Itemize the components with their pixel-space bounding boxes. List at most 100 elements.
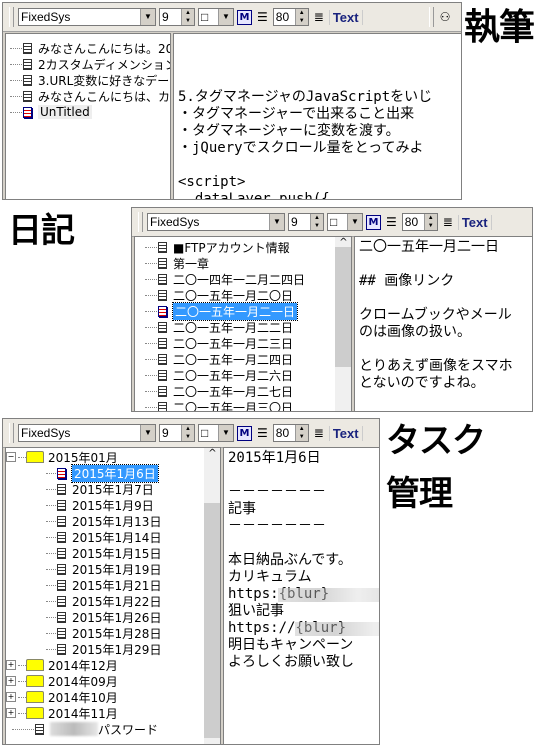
expand-icon[interactable]: + [6,692,16,702]
style-select[interactable]: □ ▼ [327,213,363,231]
toolbar-grip[interactable] [428,7,434,27]
toolbar: FixedSys ▼ 9 ▲ ▼ □ ▼ M ☰ 80 ▲ ▼ ≣ Text [132,208,532,237]
tree-item[interactable]: 二〇一五年一月二七日 [135,383,293,399]
text-button[interactable]: Text [328,9,363,25]
word-wrap-icon[interactable]: ≣ [312,426,326,440]
spin-arrows-icon[interactable]: ▲ ▼ [310,214,323,230]
editor-text-area[interactable]: 5.タグマネージャのJavaScriptをいじ ・タグマネージャーで出来ること出来… [173,33,461,199]
size-spinner[interactable]: 9 ▲ ▼ [159,8,195,26]
tree-item[interactable]: 2015年1月29日 [6,641,161,657]
numbered-list-icon[interactable]: ☰ [255,426,270,440]
toolbar-grip[interactable] [138,212,143,232]
tree-item[interactable]: − 2015年01月 [6,449,118,465]
tree-item[interactable]: 2015年1月19日 [6,561,161,577]
chevron-down-icon[interactable]: ▼ [347,214,362,230]
tree-item[interactable]: 2015年1月13日 [6,513,161,529]
tree-item[interactable]: 二〇一五年一月二六日 [135,367,293,383]
expand-icon[interactable]: + [6,676,16,686]
word-wrap-icon[interactable]: ≣ [441,215,455,229]
tree-item[interactable]: ■FTPアカウント情報 [135,239,290,255]
tree-item[interactable]: 二〇一五年一月三〇日 [135,399,293,411]
tree-item[interactable]: +2014年11月 [6,705,118,721]
bold-m-icon[interactable]: M [237,9,252,25]
tree-line [10,111,22,113]
toolbar-grip[interactable] [9,423,14,443]
tree-item[interactable]: 2015年1月7日 [6,481,154,497]
numbered-list-icon[interactable]: ☰ [255,10,270,24]
text-button[interactable]: Text [457,214,492,230]
tree-item[interactable]: 2015年1月9日 [6,497,154,513]
tree-item[interactable]: 2015年1月14日 [6,529,161,545]
chevron-down-icon[interactable]: ▼ [218,425,233,441]
scrollbar-thumb[interactable] [204,503,220,738]
tree-item[interactable]: 二〇一五年一月二二日 [135,319,293,335]
spin-arrows-icon[interactable]: ▲ ▼ [294,9,308,25]
tree-item[interactable]: UnTitled [6,104,92,120]
editor-text-area[interactable]: 二〇一五年一月二一日 ## 画像リンク クロームブックやメール のは画像の扱い。 とりあ… [354,236,532,411]
tree-item[interactable]: みなさんこんにちは。2009 [6,40,170,56]
tree-item[interactable]: 二〇一五年一月二〇日 [135,287,293,303]
tree-line [10,95,22,97]
tree-item[interactable]: 二〇一五年一月二四日 [135,351,293,367]
tree-item[interactable]: 3.URL変数に好きなデータ [6,72,170,88]
tree-item-label: 2015年1月26日 [72,610,162,625]
document-icon [57,595,66,607]
spin-arrows-icon[interactable]: ▲ ▼ [181,9,194,25]
collapse-icon[interactable]: − [6,452,16,462]
tree-line [18,456,26,458]
width-spinner[interactable]: 80 ▲ ▼ [401,213,438,231]
tree-item[interactable]: 2015年1月15日 [6,545,161,561]
tree-panel[interactable]: ■FTPアカウント情報 第一章 二〇一四年一二月二四日 二〇一五年一月二〇日 二〇一五年… [134,236,352,411]
tree-item[interactable]: 2015年1月26日 [6,609,161,625]
chevron-down-icon[interactable]: ▼ [140,425,155,441]
tree-item[interactable]: パスワード [6,721,158,737]
tree-panel[interactable]: みなさんこんにちは。20092カスタムディメンションで3.URL変数に好きなデー… [5,33,171,199]
tree-item[interactable]: 2015年1月28日 [6,625,161,641]
style-select[interactable]: □ ▼ [198,8,234,26]
size-spinner[interactable]: 9 ▲ ▼ [288,213,324,231]
width-spinner[interactable]: 80 ▲ ▼ [272,424,309,442]
spin-arrows-icon[interactable]: ▲ ▼ [181,425,194,441]
word-wrap-icon[interactable]: ≣ [312,10,326,24]
tree-item[interactable]: 二〇一四年一二月二四日 [135,271,305,287]
font-select[interactable]: FixedSys ▼ [18,424,156,442]
size-spinner[interactable]: 9 ▲ ▼ [159,424,195,442]
font-select[interactable]: FixedSys ▼ [18,8,156,26]
tree-item[interactable]: 第一章 [135,255,209,271]
tree-item[interactable]: +2014年12月 [6,657,118,673]
chevron-down-icon[interactable]: ▼ [140,9,155,25]
bold-m-icon[interactable]: M [237,425,252,441]
editor-text-area[interactable]: 2015年1月6日 －－－－－－－ 記事 －－－－－－－ 本日納品ぶんです。 カリキュラム… [223,447,379,744]
spin-arrows-icon[interactable]: ▲ ▼ [423,214,437,230]
text-button[interactable]: Text [328,425,363,441]
scroll-up-icon[interactable]: ^ [204,448,220,459]
tree-item-label: 2015年1月6日 [71,463,159,483]
tree-item[interactable]: 2カスタムディメンションで [6,56,170,72]
tree-panel[interactable]: −2015年01月 2015年1月6日 2015年1月7日 2015年1月9日 2015… [5,447,221,744]
expand-icon[interactable]: + [6,660,16,670]
toolbar-grip[interactable] [9,7,14,27]
tree-item[interactable]: みなさんこんにちは、カグ [6,88,170,104]
tree-item[interactable]: 二〇一五年一月二一日 [135,301,299,321]
tree-item[interactable]: 2015年1月6日 [6,463,159,483]
tree-item[interactable]: +2014年10月 [6,689,118,705]
font-select[interactable]: FixedSys ▼ [147,213,285,231]
chevron-down-icon[interactable]: ▼ [218,9,233,25]
numbered-list-icon[interactable]: ☰ [384,215,399,229]
chevron-down-icon[interactable]: ▼ [269,214,284,230]
tree-scrollbar[interactable]: ^ [335,237,351,411]
editor-line-text: のは画像の扱い。 [359,324,471,340]
scrollbar-thumb[interactable] [335,247,351,367]
tree-scrollbar[interactable]: ^ [204,448,220,744]
style-select[interactable]: □ ▼ [198,424,234,442]
width-spinner[interactable]: 80 ▲ ▼ [272,8,309,26]
binoculars-icon[interactable]: ⚇ [438,10,453,24]
tree-item[interactable]: 2015年1月22日 [6,593,161,609]
spin-arrows-icon[interactable]: ▲ ▼ [294,425,308,441]
expand-icon[interactable]: + [6,708,16,718]
tree-item[interactable]: +2014年09月 [6,673,118,689]
tree-item[interactable]: 2015年1月21日 [6,577,161,593]
tree-item[interactable]: 二〇一五年一月二三日 [135,335,293,351]
bold-m-icon[interactable]: M [366,214,381,230]
